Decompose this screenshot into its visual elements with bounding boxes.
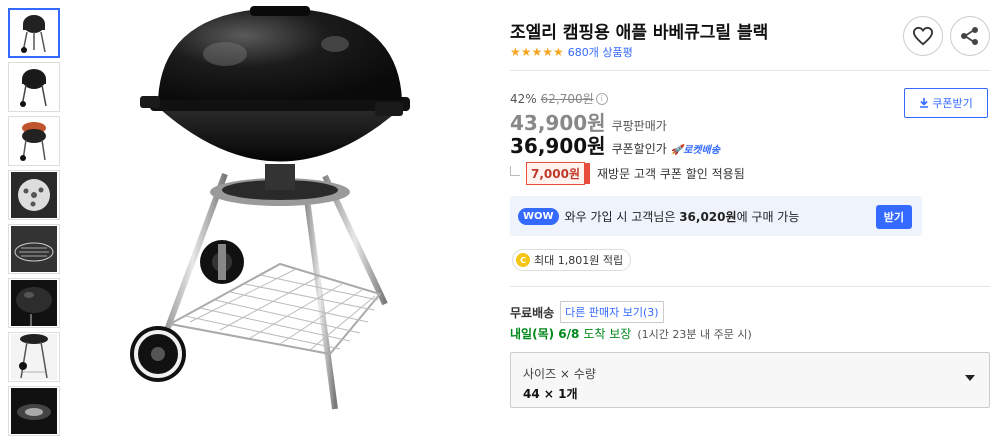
wow-text-suffix: 에 구매 가능: [736, 209, 800, 224]
option-header: 사이즈 × 수량: [523, 367, 596, 381]
product-title: 조엘리 캠핑용 애플 바베큐그릴 블랙: [510, 23, 769, 43]
main-product-image: [130, 6, 410, 410]
wow-badge: WOW: [518, 207, 559, 225]
revisit-coupon-row: 7,000원 재방문 고객 쿠폰 할인 적용됨: [510, 162, 745, 185]
thumbnail-7[interactable]: [8, 332, 60, 382]
thumbnail-6[interactable]: [8, 278, 60, 328]
thumbnail-2[interactable]: [8, 62, 60, 112]
free-shipping-label: 무료배송: [510, 305, 555, 320]
share-icon: [961, 27, 978, 45]
original-price: 62,700원: [540, 92, 594, 106]
grill-thumbnail-icon: [21, 15, 46, 53]
delivery-row: 내일(목) 6/8 도착 보장 (1시간 23분 내 주문 시): [510, 325, 752, 342]
chevron-down-icon: [965, 375, 975, 381]
lid-thumbnail-icon: [11, 280, 57, 326]
grill-thumbnail-icon: [20, 122, 46, 161]
bottom-thumbnail-icon: [11, 388, 57, 434]
coupon-price: 36,900원: [510, 134, 606, 158]
legs-thumbnail-icon: [11, 334, 57, 380]
option-select-dropdown[interactable]: 사이즈 × 수량 44 × 1개: [510, 352, 990, 408]
delivery-cutoff: (1시간 23분 내 주문 시): [637, 328, 752, 341]
thumbnail-5[interactable]: [8, 224, 60, 274]
favorite-button[interactable]: [903, 16, 943, 56]
thumbnail-1[interactable]: [8, 8, 60, 58]
delivery-guarantee: 도착 보장: [583, 327, 632, 341]
wow-membership-box: WOW 와우 가입 시 고객님은 36,020원 에 구매 가능 받기: [510, 196, 922, 236]
share-button[interactable]: [950, 16, 990, 56]
vent-thumbnail-icon: [11, 172, 57, 218]
coupon-price-label: 쿠폰할인가: [611, 142, 667, 156]
thumbnail-list: [8, 8, 62, 437]
discount-rate: 42%: [510, 91, 537, 106]
reward-points-text: 최대 1,801원 적립: [534, 254, 624, 267]
wow-price: 36,020원: [679, 209, 737, 224]
shipping-row: 무료배송 다른 판매자 보기(3): [510, 301, 664, 323]
other-sellers-button[interactable]: 다른 판매자 보기(3): [560, 301, 664, 323]
wow-text-prefix: 와우 가입 시 고객님은: [564, 209, 676, 224]
divider: [510, 286, 990, 287]
rating-row[interactable]: ★★★★★ 680개 상품평: [510, 44, 633, 60]
revisit-coupon-text: 재방문 고객 쿠폰 할인 적용됨: [597, 167, 745, 181]
download-icon: [920, 98, 929, 108]
revisit-coupon-badge: 7,000원: [526, 162, 590, 185]
review-count-link[interactable]: 680개 상품평: [568, 44, 633, 60]
thumbnail-4[interactable]: [8, 170, 60, 220]
reward-points-badge: C 최대 1,801원 적립: [512, 249, 632, 271]
star-rating-icon: ★★★★★: [510, 45, 564, 59]
coin-icon: C: [516, 253, 530, 267]
discount-row: 42% 62,700원 i: [510, 90, 608, 107]
info-icon[interactable]: i: [595, 92, 608, 105]
coupon-download-button[interactable]: 쿠폰받기: [904, 88, 988, 118]
heart-icon: [912, 26, 934, 46]
tree-connector: [510, 165, 520, 176]
divider: [510, 70, 990, 71]
grill-thumbnail-icon: [20, 69, 47, 107]
grate-thumbnail-icon: [11, 226, 57, 272]
thumbnail-3[interactable]: [8, 116, 60, 166]
thumbnail-8[interactable]: [8, 386, 60, 436]
delivery-date: 내일(목) 6/8: [510, 327, 580, 341]
coupon-price-row: 36,900원 쿠폰할인가 🚀로켓배송: [510, 130, 720, 159]
rocket-delivery-badge: 🚀로켓배송: [670, 145, 721, 156]
option-value: 44 × 1개: [523, 387, 578, 401]
coupon-button-label: 쿠폰받기: [932, 97, 973, 110]
wow-receive-button[interactable]: 받기: [875, 205, 912, 229]
